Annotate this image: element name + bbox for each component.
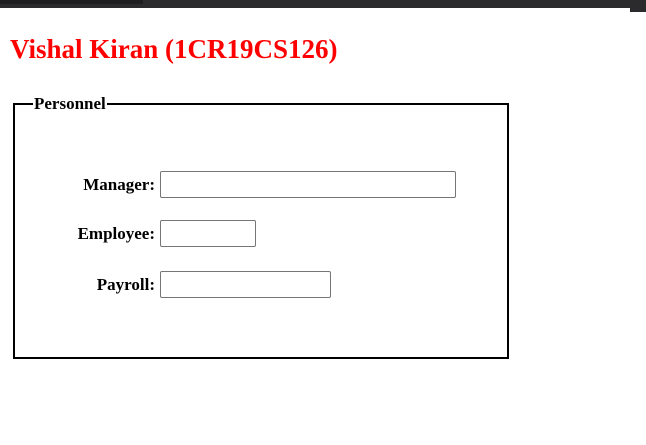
manager-row: Manager: — [15, 171, 507, 198]
payroll-label: Payroll: — [96, 275, 155, 294]
manager-label: Manager: — [83, 175, 155, 194]
browser-top-bar-edge — [630, 0, 646, 12]
employee-input[interactable] — [160, 220, 256, 247]
employee-label: Employee: — [77, 224, 155, 243]
fieldset-legend: Personnel — [33, 94, 107, 113]
payroll-input[interactable] — [160, 271, 331, 298]
payroll-row: Payroll: — [15, 271, 507, 298]
browser-top-bar — [0, 0, 646, 8]
browser-tab-strip — [0, 0, 143, 4]
personnel-fieldset: Personnel Manager: Employee: Payroll: — [13, 95, 509, 359]
employee-row: Employee: — [15, 220, 507, 247]
page-title: Vishal Kiran (1CR19CS126) — [10, 34, 338, 64]
manager-input[interactable] — [160, 171, 456, 198]
